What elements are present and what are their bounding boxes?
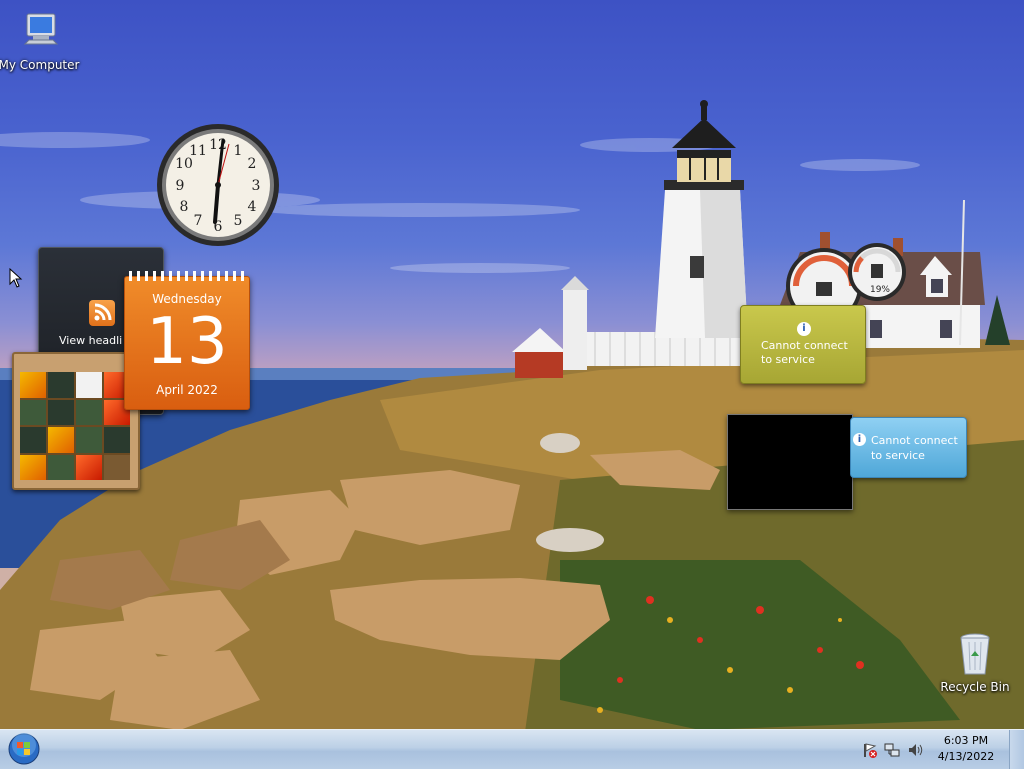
analog-clock-icon: 12 12 345 678 91011	[157, 124, 279, 246]
puzzle-tile[interactable]	[20, 372, 46, 398]
svg-text:1: 1	[234, 143, 243, 159]
weather-error-message: Cannot connect to service	[761, 339, 848, 366]
cpu-percent-label: 19%	[870, 285, 890, 295]
svg-text:11: 11	[189, 143, 207, 159]
calendar-day-number: 13	[146, 305, 228, 379]
svg-text:9: 9	[176, 178, 185, 194]
windows-orb-icon	[8, 733, 40, 765]
start-button[interactable]	[4, 731, 44, 767]
computer-icon	[23, 13, 59, 45]
calendar-rings-icon	[129, 271, 245, 281]
info-icon: i	[797, 322, 811, 336]
picture-puzzle-gadget[interactable]	[12, 352, 140, 490]
clock-date[interactable]: 4/13/2022	[932, 750, 1000, 763]
cpu-meter-gauge-icon: 19%	[786, 243, 906, 324]
puzzle-tile[interactable]	[76, 454, 102, 480]
puzzle-tile[interactable]	[20, 399, 46, 425]
info-icon: i	[853, 433, 866, 446]
volume-icon[interactable]	[907, 742, 923, 758]
weather-gadget[interactable]: i Cannot connect to service	[740, 305, 866, 384]
svg-text:3: 3	[252, 178, 261, 194]
puzzle-tile[interactable]	[48, 454, 74, 480]
puzzle-grid[interactable]	[20, 372, 130, 480]
recycle-bin-icon	[960, 633, 990, 675]
svg-text:8: 8	[180, 199, 189, 215]
show-desktop-button[interactable]	[1009, 730, 1024, 769]
puzzle-tile[interactable]	[20, 427, 46, 453]
puzzle-tile[interactable]	[76, 427, 102, 453]
mouse-pointer-icon	[9, 268, 23, 288]
clock-time[interactable]: 6:03 PM	[936, 734, 996, 747]
puzzle-tile[interactable]	[20, 454, 46, 480]
svg-text:2: 2	[248, 156, 257, 172]
puzzle-empty-slot[interactable]	[104, 454, 130, 480]
taskbar: 6:03 PM 4/13/2022	[0, 729, 1024, 769]
desktop-icon-recycle-bin[interactable]: Recycle Bin	[930, 630, 1020, 694]
currency-error-message: Cannot connect to service	[871, 434, 958, 462]
desktop-icon-my-computer[interactable]: My Computer	[0, 8, 84, 72]
puzzle-tile[interactable]	[76, 372, 102, 398]
puzzle-tile[interactable]	[48, 399, 74, 425]
view-headlines-link[interactable]: View headli	[59, 334, 122, 347]
currency-gadget[interactable]: i Cannot connect to service	[850, 417, 967, 478]
svg-text:7: 7	[194, 213, 203, 229]
calendar-weekday: Wednesday	[152, 292, 222, 306]
notification-area: 6:03 PM 4/13/2022	[859, 730, 1024, 769]
puzzle-tile[interactable]	[48, 427, 74, 453]
svg-text:4: 4	[248, 199, 257, 215]
desktop-icon-label: My Computer	[0, 58, 80, 72]
puzzle-tile[interactable]	[76, 399, 102, 425]
cpu-meter-gadget[interactable]: 19%	[782, 242, 910, 324]
network-icon[interactable]	[884, 742, 900, 758]
puzzle-tile[interactable]	[104, 427, 130, 453]
slideshow-gadget[interactable]	[727, 414, 853, 510]
calendar-gadget[interactable]: Wednesday 13 April 2022	[124, 271, 250, 410]
clock-gadget[interactable]: 12 1 2 345 678 9 10 11	[155, 122, 281, 248]
svg-text:5: 5	[234, 213, 243, 229]
action-center-flag-icon[interactable]	[861, 742, 877, 758]
puzzle-tile[interactable]	[48, 372, 74, 398]
rss-icon	[89, 300, 115, 326]
desktop-icon-label: Recycle Bin	[940, 680, 1010, 694]
calendar-month-year: April 2022	[156, 383, 218, 397]
